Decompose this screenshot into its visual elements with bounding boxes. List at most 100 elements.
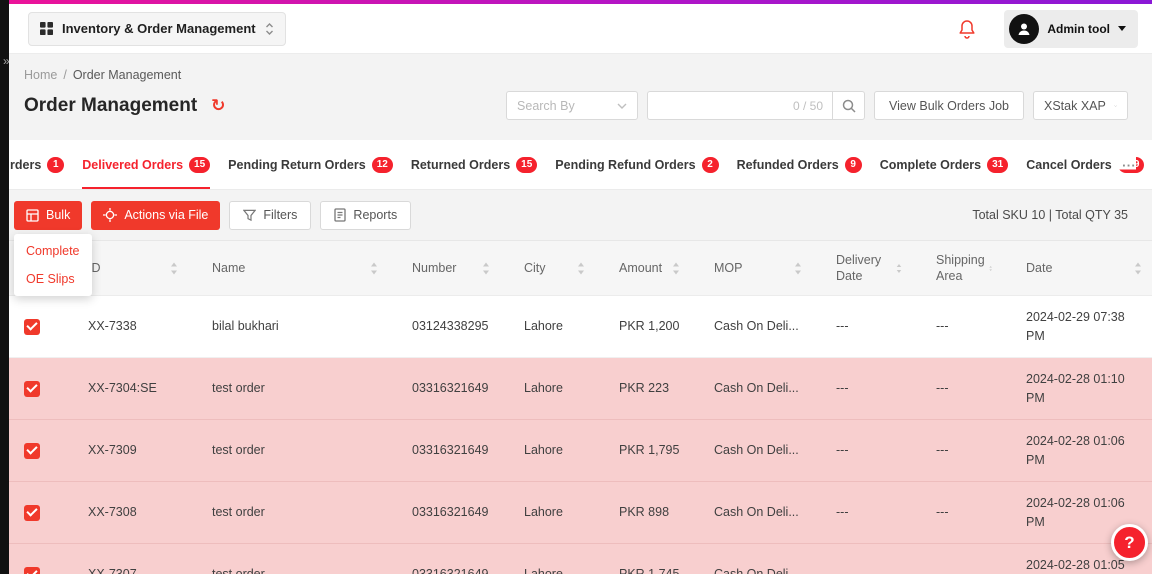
search-by-value: Search By xyxy=(517,99,575,113)
apps-grid-icon xyxy=(40,22,53,35)
filter-icon xyxy=(243,209,256,222)
cell-mop: Cash On Deli... xyxy=(690,420,812,482)
bulk-button[interactable]: Bulk xyxy=(14,201,82,230)
breadcrumb-home[interactable]: Home xyxy=(24,68,57,82)
page-header: Home / Order Management Order Management ↻… xyxy=(0,54,1152,140)
report-icon xyxy=(334,208,346,222)
search-input[interactable] xyxy=(657,99,793,113)
column-header-mop[interactable]: MOP xyxy=(690,241,812,296)
cell-delivery-date: --- xyxy=(812,296,912,358)
table-row[interactable]: XX-7304:SE test order 03316321649 Lahore… xyxy=(0,358,1152,420)
sort-icon xyxy=(482,262,490,275)
cell-shipping-area: --- xyxy=(912,358,1002,420)
tab-returned-orders[interactable]: Returned Orders15 xyxy=(411,140,537,189)
breadcrumb-current: Order Management xyxy=(73,68,181,82)
column-header-shipping-area[interactable]: Shipping Area xyxy=(912,241,1002,296)
actions-via-file-button[interactable]: Actions via File xyxy=(91,201,220,230)
cell-shipping-area: --- xyxy=(912,482,1002,544)
row-checkbox[interactable] xyxy=(24,567,40,574)
cell-city: Lahore xyxy=(500,544,595,574)
cell-mop: Cash On Deli... xyxy=(690,482,812,544)
collapsed-sidebar[interactable] xyxy=(0,0,9,574)
view-bulk-orders-job-button[interactable]: View Bulk Orders Job xyxy=(874,91,1024,120)
cell-city: Lahore xyxy=(500,296,595,358)
tab-count-badge: 15 xyxy=(189,157,210,173)
column-header-delivery-date[interactable]: Delivery Date xyxy=(812,241,912,296)
tab-pending-return-orders[interactable]: Pending Return Orders12 xyxy=(228,140,393,189)
breadcrumb: Home / Order Management xyxy=(24,68,1128,82)
cell-id: XX-7338 xyxy=(64,296,188,358)
cell-shipping-area: --- xyxy=(912,296,1002,358)
cell-city: Lahore xyxy=(500,420,595,482)
cell-number: 03316321649 xyxy=(388,544,500,574)
checkbox-cell xyxy=(0,296,64,358)
page-title: Order Management xyxy=(24,95,197,117)
bulk-menu-item-oe-slips[interactable]: OE Slips xyxy=(14,265,92,293)
cell-shipping-area: --- xyxy=(912,420,1002,482)
tab-delivered-orders[interactable]: Delivered Orders15 xyxy=(82,140,210,189)
filters-button[interactable]: Filters xyxy=(229,201,311,230)
orders-table: ID Name Number City Amount MOP Delivery … xyxy=(0,240,1152,574)
checkbox-cell xyxy=(0,420,64,482)
cell-id: XX-7304:SE xyxy=(64,358,188,420)
tab-complete-orders[interactable]: Complete Orders31 xyxy=(880,140,1009,189)
row-checkbox[interactable] xyxy=(24,381,40,397)
user-menu[interactable]: Admin tool xyxy=(1004,10,1138,48)
cell-mop: Cash On Deli... xyxy=(690,296,812,358)
cell-id: XX-7309 xyxy=(64,420,188,482)
row-checkbox[interactable] xyxy=(24,319,40,335)
refresh-icon[interactable]: ↻ xyxy=(211,97,225,114)
sidebar-expand-icon[interactable]: » xyxy=(3,54,10,68)
reports-button[interactable]: Reports xyxy=(320,201,411,230)
channel-select[interactable]: XStak XAP xyxy=(1033,91,1128,120)
header-actions: Search By 0 / 50 View Bulk Orders Job XS… xyxy=(506,91,1128,120)
cell-mop: Cash On Deli... xyxy=(690,544,812,574)
table-toolbar: Bulk Actions via File Filters Reports To… xyxy=(0,190,1152,240)
tab-pending-refund-orders[interactable]: Pending Refund Orders2 xyxy=(555,140,718,189)
sort-icon xyxy=(989,262,992,275)
row-checkbox[interactable] xyxy=(24,443,40,459)
chevron-down-icon xyxy=(617,103,627,109)
column-header-amount[interactable]: Amount xyxy=(595,241,690,296)
column-header-name[interactable]: Name xyxy=(188,241,388,296)
tab-orders[interactable]: rders1 xyxy=(10,140,64,189)
column-header-city[interactable]: City xyxy=(500,241,595,296)
tab-count-badge: 12 xyxy=(372,157,393,173)
cell-city: Lahore xyxy=(500,358,595,420)
column-header-date[interactable]: Date xyxy=(1002,241,1152,296)
tab-refunded-orders[interactable]: Refunded Orders9 xyxy=(737,140,862,189)
table-row[interactable]: XX-7308 test order 03316321649 Lahore PK… xyxy=(0,482,1152,544)
table-row[interactable]: XX-7307 test order 03316321649 Lahore PK… xyxy=(0,544,1152,574)
notification-bell-icon[interactable] xyxy=(958,19,976,39)
cell-amount: PKR 1,795 xyxy=(595,420,690,482)
cell-date: 2024-02-28 01:10 PM xyxy=(1002,358,1152,420)
cell-number: 03316321649 xyxy=(388,420,500,482)
breadcrumb-separator: / xyxy=(63,68,66,82)
checkbox-cell xyxy=(0,544,64,574)
search-button[interactable] xyxy=(832,91,865,120)
cell-number: 03316321649 xyxy=(388,358,500,420)
row-checkbox[interactable] xyxy=(24,505,40,521)
user-label: Admin tool xyxy=(1047,22,1110,36)
totals-summary: Total SKU 10 | Total QTY 35 xyxy=(972,208,1128,222)
column-header-number[interactable]: Number xyxy=(388,241,500,296)
cell-delivery-date: --- xyxy=(812,482,912,544)
cell-date: 2024-02-29 07:38 PM xyxy=(1002,296,1152,358)
table-row[interactable]: XX-7338 bilal bukhari 03124338295 Lahore… xyxy=(0,296,1152,358)
checkbox-cell xyxy=(0,358,64,420)
app-selector-dropdown[interactable]: Inventory & Order Management xyxy=(28,12,286,46)
cell-id: XX-7307 xyxy=(64,544,188,574)
table-header-row: ID Name Number City Amount MOP Delivery … xyxy=(0,241,1152,296)
bulk-menu-item-complete[interactable]: Complete xyxy=(14,237,92,265)
cell-amount: PKR 223 xyxy=(595,358,690,420)
search-char-counter: 0 / 50 xyxy=(793,99,823,113)
table-row[interactable]: XX-7309 test order 03316321649 Lahore PK… xyxy=(0,420,1152,482)
help-button[interactable]: ? xyxy=(1111,524,1148,561)
cell-number: 03124338295 xyxy=(388,296,500,358)
tabs-overflow-icon[interactable]: ... xyxy=(1112,155,1136,170)
cell-number: 03316321649 xyxy=(388,482,500,544)
app-root: Inventory & Order Management Admin tool … xyxy=(0,0,1152,574)
search-by-select[interactable]: Search By xyxy=(506,91,638,120)
cell-date: 2024-02-28 01:06 PM xyxy=(1002,420,1152,482)
bulk-grid-icon xyxy=(26,209,39,222)
